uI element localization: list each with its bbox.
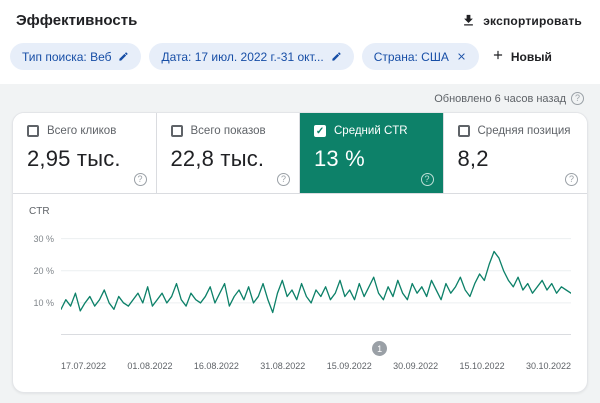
x-axis-label: 30.09.2022 xyxy=(393,361,438,371)
metric-value: 22,8 тыс. xyxy=(171,146,288,172)
y-axis-label: 30 % xyxy=(33,234,54,244)
chip-label: Страна: США xyxy=(374,50,449,64)
pencil-icon[interactable] xyxy=(118,51,129,62)
y-axis-label: 10 % xyxy=(33,298,54,308)
x-axis-label: 31.08.2022 xyxy=(260,361,305,371)
x-axis-label: 16.08.2022 xyxy=(194,361,239,371)
chart-section: CTR 10 %20 %30 % 1 17.07.202201.08.20221… xyxy=(13,194,587,392)
filter-bar: Тип поиска: Веб Дата: 17 июл. 2022 г.-31… xyxy=(0,37,600,84)
download-icon xyxy=(461,13,476,28)
question-mark-icon[interactable] xyxy=(565,173,578,186)
export-button[interactable]: экспортировать xyxy=(461,13,582,28)
updated-text: Обновлено 6 часов назад xyxy=(434,93,566,105)
chart-title: CTR xyxy=(29,206,571,217)
y-axis-label: 20 % xyxy=(33,266,54,276)
metric-value: 8,2 xyxy=(458,146,576,172)
filter-chip-search-type[interactable]: Тип поиска: Веб xyxy=(10,43,141,70)
plus-icon xyxy=(491,48,505,65)
pencil-icon[interactable] xyxy=(331,51,342,62)
x-axis-label: 17.07.2022 xyxy=(61,361,106,371)
question-mark-icon[interactable] xyxy=(421,173,434,186)
metric-cards: Всего кликов 2,95 тыс. Всего показов 22,… xyxy=(13,113,587,194)
x-axis-label: 01.08.2022 xyxy=(127,361,172,371)
pagination-dot[interactable]: 1 xyxy=(372,341,387,356)
page-header: Эффективность экспортировать xyxy=(0,0,600,37)
question-mark-icon[interactable] xyxy=(277,173,290,186)
updated-status: Обновлено 6 часов назад xyxy=(12,84,588,112)
search-console-performance-page: Эффективность экспортировать Тип поиска:… xyxy=(0,0,600,403)
new-filter-button[interactable]: Новый xyxy=(491,48,552,65)
content-area: Обновлено 6 часов назад Всего кликов 2,9… xyxy=(0,84,600,403)
filter-chip-date[interactable]: Дата: 17 июл. 2022 г.-31 окт... xyxy=(149,43,353,70)
page-title: Эффективность xyxy=(16,12,137,29)
ctr-line-chart[interactable]: 1 xyxy=(61,229,571,335)
metric-value: 2,95 тыс. xyxy=(27,146,144,172)
metric-card-average-position[interactable]: Средняя позиция 8,2 xyxy=(444,113,588,193)
x-axis-labels: 17.07.2022 01.08.2022 16.08.2022 31.08.2022… xyxy=(61,361,571,371)
checkbox-unchecked-icon[interactable] xyxy=(458,125,470,137)
checkbox-unchecked-icon[interactable] xyxy=(171,125,183,137)
x-axis-label: 15.09.2022 xyxy=(327,361,372,371)
metric-card-average-ctr[interactable]: Средний CTR 13 % xyxy=(300,113,444,193)
export-label: экспортировать xyxy=(483,14,582,28)
metric-card-total-impressions[interactable]: Всего показов 22,8 тыс. xyxy=(157,113,301,193)
chip-label: Тип поиска: Веб xyxy=(22,50,111,64)
new-filter-label: Новый xyxy=(511,50,552,64)
question-mark-icon[interactable] xyxy=(134,173,147,186)
x-axis-label: 15.10.2022 xyxy=(460,361,505,371)
close-icon[interactable] xyxy=(456,51,467,62)
metric-card-total-clicks[interactable]: Всего кликов 2,95 тыс. xyxy=(13,113,157,193)
checkbox-checked-icon[interactable] xyxy=(314,125,326,137)
metric-label: Всего показов xyxy=(191,125,266,137)
metric-label: Средняя позиция xyxy=(478,125,571,137)
y-axis-labels: 10 % 20 % 30 % xyxy=(27,229,61,335)
metric-label: Всего кликов xyxy=(47,125,116,137)
filter-chip-country[interactable]: Страна: США xyxy=(362,43,479,70)
performance-panel: Всего кликов 2,95 тыс. Всего показов 22,… xyxy=(12,112,588,393)
x-axis-label: 30.10.2022 xyxy=(526,361,571,371)
metric-label: Средний CTR xyxy=(334,125,408,137)
question-mark-icon[interactable] xyxy=(571,92,584,105)
metric-value: 13 % xyxy=(314,146,431,172)
checkbox-unchecked-icon[interactable] xyxy=(27,125,39,137)
chip-label: Дата: 17 июл. 2022 г.-31 окт... xyxy=(161,50,323,64)
